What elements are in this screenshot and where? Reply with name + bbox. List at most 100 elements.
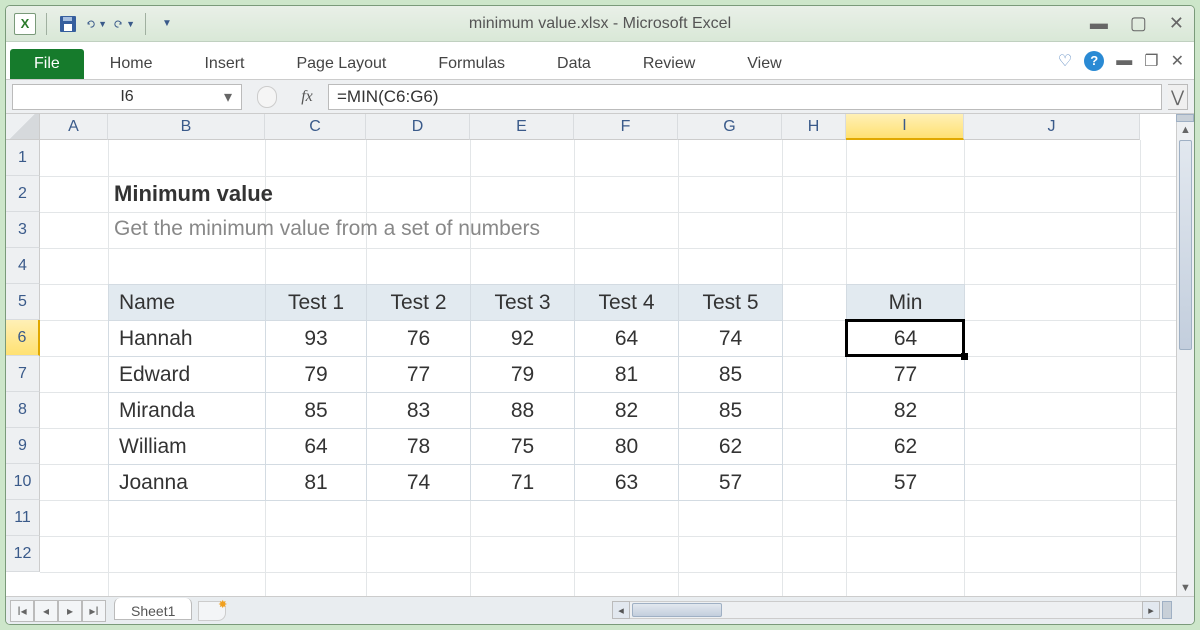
name-box-dropdown-icon[interactable]: ▾ [219,88,237,106]
cell[interactable]: 79 [266,357,367,393]
col-header-D[interactable]: D [366,114,470,140]
cell-min[interactable]: 57 [847,465,965,501]
scroll-up-icon[interactable]: ▲ [1178,122,1194,138]
cell[interactable]: 79 [471,357,575,393]
cell[interactable]: 74 [679,321,783,357]
help-icon[interactable]: ? [1084,51,1104,71]
cells[interactable]: Minimum value Get the minimum value from… [40,140,1176,596]
tab-page-layout[interactable]: Page Layout [270,49,412,79]
row-header-6[interactable]: 6 [6,320,40,356]
sheet-nav-first[interactable]: I◂ [10,600,34,622]
scroll-right-icon[interactable]: ▸ [1142,601,1160,619]
workbook-restore-button[interactable]: ❐ [1144,51,1158,71]
hscroll-thumb[interactable] [632,603,722,617]
scroll-down-icon[interactable]: ▼ [1178,580,1194,596]
row-header-2[interactable]: 2 [6,176,40,212]
qat-customize[interactable]: ▼ [156,13,178,35]
vertical-scrollbar[interactable]: ▲ ▼ [1176,122,1194,596]
ribbon-minimize-icon[interactable]: ♡ [1058,51,1072,71]
cell[interactable]: 77 [367,357,471,393]
cell[interactable]: 75 [471,429,575,465]
undo-button[interactable]: ▼ [85,13,107,35]
cell-name[interactable]: Hannah [109,321,266,357]
sheet-nav-last[interactable]: ▸I [82,600,106,622]
insert-function-button[interactable]: fx [292,88,322,106]
workbook-minimize-button[interactable]: ▬ [1116,52,1132,70]
cell[interactable]: 85 [679,357,783,393]
cell-name[interactable]: William [109,429,266,465]
workbook-close-button[interactable]: ✕ [1171,51,1184,71]
cell-name[interactable]: Joanna [109,465,266,501]
name-box[interactable]: I6 ▾ [12,84,242,110]
scroll-track[interactable] [1177,138,1194,580]
horizontal-split-handle[interactable] [1162,601,1172,619]
cell-min[interactable]: 82 [847,393,965,429]
row-header-3[interactable]: 3 [6,212,40,248]
formula-bar-expand-button[interactable]: ⋁ [1168,84,1188,110]
sheet-tab-active[interactable]: Sheet1 [114,598,192,620]
hscroll-track[interactable] [630,601,1142,619]
horizontal-scrollbar[interactable]: ◂ ▸ [612,601,1172,619]
row-header-9[interactable]: 9 [6,428,40,464]
file-tab[interactable]: File [10,49,84,79]
formula-input[interactable]: =MIN(C6:G6) [328,84,1162,110]
cell-name[interactable]: Miranda [109,393,266,429]
cell[interactable]: 82 [575,393,679,429]
row-header-12[interactable]: 12 [6,536,40,572]
row-header-5[interactable]: 5 [6,284,40,320]
cell[interactable]: 85 [679,393,783,429]
col-header-A[interactable]: A [40,114,108,140]
cell[interactable]: 80 [575,429,679,465]
row-header-11[interactable]: 11 [6,500,40,536]
cell-min[interactable]: 62 [847,429,965,465]
col-header-E[interactable]: E [470,114,574,140]
cell-name[interactable]: Edward [109,357,266,393]
tab-formulas[interactable]: Formulas [412,49,531,79]
cell[interactable]: 63 [575,465,679,501]
row-header-1[interactable]: 1 [6,140,40,176]
sheet-nav-next[interactable]: ▸ [58,600,82,622]
cell-min[interactable]: 77 [847,357,965,393]
fill-handle[interactable] [961,353,968,360]
col-header-C[interactable]: C [265,114,366,140]
sheet-nav-prev[interactable]: ◂ [34,600,58,622]
cell[interactable]: 78 [367,429,471,465]
cell[interactable]: 57 [679,465,783,501]
row-header-7[interactable]: 7 [6,356,40,392]
select-all-corner[interactable] [6,114,40,140]
row-header-4[interactable]: 4 [6,248,40,284]
cell[interactable]: 92 [471,321,575,357]
col-header-F[interactable]: F [574,114,678,140]
cell[interactable]: 62 [679,429,783,465]
cell[interactable]: 76 [367,321,471,357]
excel-app-icon[interactable]: X [14,13,36,35]
save-button[interactable] [57,13,79,35]
tab-home[interactable]: Home [84,49,179,79]
tab-data[interactable]: Data [531,49,617,79]
close-button[interactable]: ✕ [1169,13,1184,34]
row-header-10[interactable]: 10 [6,464,40,500]
redo-button[interactable]: ▼ [113,13,135,35]
new-sheet-button[interactable] [198,601,226,621]
cell[interactable]: 83 [367,393,471,429]
tab-view[interactable]: View [721,49,807,79]
maximize-button[interactable]: ▢ [1130,13,1147,34]
minimize-button[interactable]: ▬ [1090,13,1108,34]
tab-insert[interactable]: Insert [178,49,270,79]
col-header-B[interactable]: B [108,114,265,140]
col-header-G[interactable]: G [678,114,782,140]
cell[interactable]: 81 [575,357,679,393]
cell[interactable]: 71 [471,465,575,501]
cell[interactable]: 93 [266,321,367,357]
vertical-split-handle[interactable] [1176,114,1194,122]
scroll-thumb[interactable] [1179,140,1192,350]
col-header-H[interactable]: H [782,114,846,140]
cell[interactable]: 88 [471,393,575,429]
col-header-J[interactable]: J [964,114,1140,140]
cell[interactable]: 85 [266,393,367,429]
col-header-I[interactable]: I [846,114,964,140]
cell[interactable]: 81 [266,465,367,501]
scroll-left-icon[interactable]: ◂ [612,601,630,619]
tab-review[interactable]: Review [617,49,721,79]
cell[interactable]: 74 [367,465,471,501]
